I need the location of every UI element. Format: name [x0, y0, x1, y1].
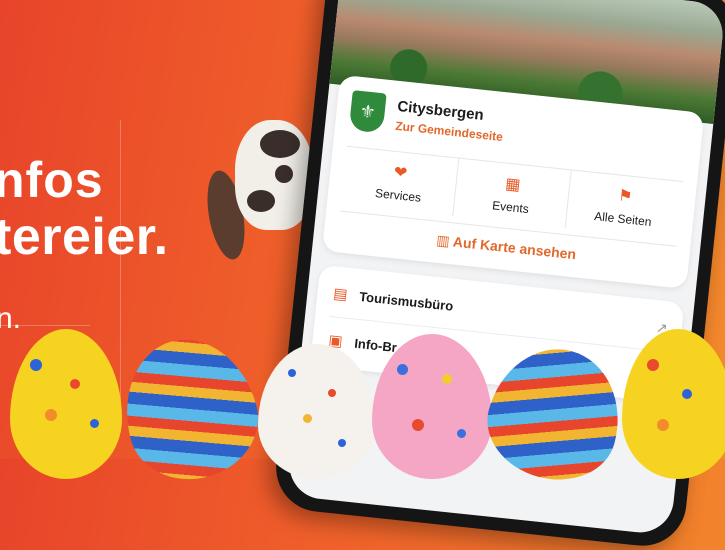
municipality-card: ⚜ Citysbergen Zur Gemeindeseite ❤ Servic… — [321, 74, 705, 290]
all-pages-button[interactable]: ⚑ Alle Seiten — [566, 170, 683, 239]
bunny-patch — [260, 130, 300, 158]
services-button[interactable]: ❤ Services — [340, 146, 460, 217]
headline-subline: n. — [0, 302, 22, 335]
easter-egg-yellow — [10, 329, 122, 479]
headline-line-2: tereier. — [0, 208, 169, 266]
easter-egg-striped — [109, 324, 271, 494]
view-on-map-label: Auf Karte ansehen — [452, 233, 577, 263]
coat-of-arms-icon: ⚜ — [348, 90, 387, 134]
headline-line-1: nfos — [0, 152, 104, 208]
bunny-patch — [247, 190, 275, 212]
building-icon: ▤ — [332, 285, 349, 304]
decor-line — [0, 325, 90, 326]
headline: nfos tereier. — [0, 155, 169, 263]
events-button[interactable]: ▦ Events — [453, 158, 572, 229]
decor-line — [120, 120, 121, 420]
bunny-eye — [275, 165, 293, 183]
